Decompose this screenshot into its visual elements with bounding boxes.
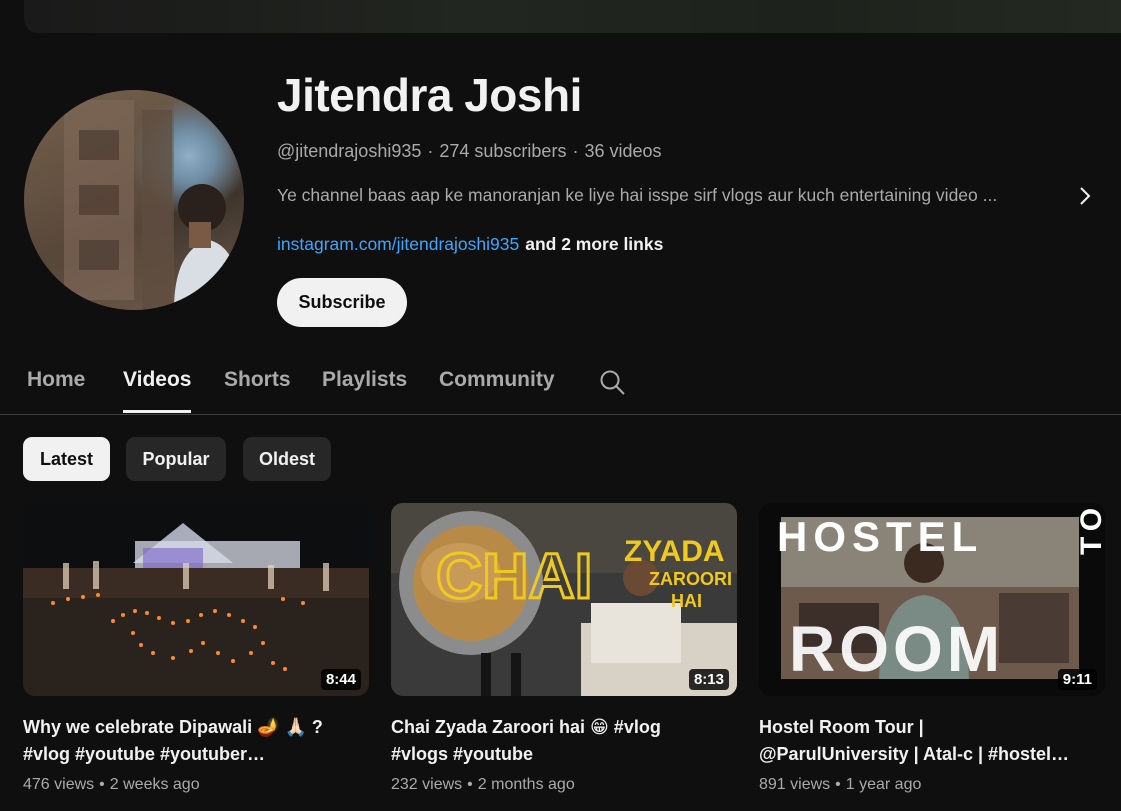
subscribe-button[interactable]: Subscribe bbox=[277, 278, 407, 327]
channel-banner bbox=[24, 0, 1121, 33]
video-stats: 891 views • 1 year ago bbox=[759, 776, 1105, 794]
video-card[interactable]: 8:44 Why we celebrate Dipawali 🪔 🙏🏻 ? #v… bbox=[23, 503, 369, 794]
video-stats: 476 views • 2 weeks ago bbox=[23, 776, 369, 794]
chevron-right-icon[interactable] bbox=[1072, 183, 1098, 209]
video-title[interactable]: Why we celebrate Dipawali 🪔 🙏🏻 ? #vlog #… bbox=[23, 714, 353, 768]
thumbnail-room-text: ROOM bbox=[789, 613, 1004, 685]
separator: • bbox=[467, 776, 473, 793]
channel-tabs: Home Videos Shorts Playlists Community bbox=[0, 350, 1121, 415]
view-count: 891 views bbox=[759, 776, 831, 793]
channel-handle: @jitendrajoshi935 bbox=[277, 141, 422, 161]
more-links-button[interactable]: and 2 more links bbox=[525, 234, 663, 254]
video-title[interactable]: Hostel Room Tour | @ParulUniversity | At… bbox=[759, 714, 1089, 768]
upload-age: 1 year ago bbox=[845, 776, 922, 793]
thumbnail-hostel-text: HOSTEL bbox=[777, 513, 983, 560]
upload-age: 2 months ago bbox=[477, 776, 575, 793]
separator: · bbox=[572, 141, 579, 161]
video-thumbnail[interactable]: 8:44 bbox=[23, 503, 369, 696]
instagram-link[interactable]: instagram.com/jitendrajoshi935 bbox=[277, 234, 519, 254]
separator: · bbox=[427, 141, 434, 161]
video-title-line: #vlog #youtube #youtuber… bbox=[23, 744, 266, 764]
channel-description[interactable]: Ye channel baas aap ke manoranjan ke liy… bbox=[277, 185, 1067, 206]
channel-name: Jitendra Joshi bbox=[277, 69, 582, 121]
search-icon[interactable] bbox=[598, 368, 626, 396]
channel-avatar[interactable] bbox=[24, 90, 244, 310]
video-title-line: Hostel Room Tour | bbox=[759, 717, 924, 737]
filter-oldest[interactable]: Oldest bbox=[243, 437, 331, 481]
video-title[interactable]: Chai Zyada Zaroori hai 😁 #vlog #vlogs #y… bbox=[391, 714, 721, 768]
video-title-line: Why we celebrate Dipawali 🪔 🙏🏻 ? bbox=[23, 717, 323, 737]
thumbnail-tour-text: TOUR bbox=[1075, 503, 1105, 555]
thumbnail-zaroori-text: ZAROORI bbox=[649, 569, 732, 589]
video-stats: 232 views • 2 months ago bbox=[391, 776, 737, 794]
video-thumbnail[interactable]: CHAI ZYADA ZAROORI HAI 8:13 bbox=[391, 503, 737, 696]
video-card[interactable]: HOSTEL ROOM TOUR 9:11 Hostel Room Tour |… bbox=[759, 503, 1105, 794]
video-card[interactable]: CHAI ZYADA ZAROORI HAI 8:13 Chai Zyada Z… bbox=[391, 503, 737, 794]
filter-latest[interactable]: Latest bbox=[23, 437, 110, 481]
channel-meta: @jitendrajoshi935 · 274 subscribers · 36 vid… bbox=[277, 141, 662, 162]
separator: • bbox=[99, 776, 105, 793]
tab-home[interactable]: Home bbox=[27, 368, 85, 392]
view-count: 476 views bbox=[23, 776, 95, 793]
filter-popular[interactable]: Popular bbox=[126, 437, 226, 481]
thumbnail-hai-text: HAI bbox=[671, 591, 702, 611]
video-title-line: Chai Zyada Zaroori hai 😁 #vlog bbox=[391, 717, 661, 737]
video-duration: 8:13 bbox=[688, 669, 729, 690]
video-duration: 9:11 bbox=[1057, 669, 1097, 690]
video-duration: 8:44 bbox=[320, 669, 361, 690]
channel-links: instagram.com/jitendrajoshi935 and 2 more… bbox=[277, 234, 663, 255]
separator: • bbox=[835, 776, 841, 793]
video-title-line: #vlogs #youtube bbox=[391, 744, 534, 764]
thumbnail-zyada-text: ZYADA bbox=[624, 535, 725, 568]
subscriber-count: 274 subscribers bbox=[439, 141, 567, 161]
video-count: 36 videos bbox=[584, 141, 662, 161]
upload-age: 2 weeks ago bbox=[109, 776, 200, 793]
thumbnail-chai-text: CHAI bbox=[436, 540, 592, 612]
video-title-line: @ParulUniversity | Atal-c | #hostel… bbox=[759, 744, 1070, 764]
tab-videos[interactable]: Videos bbox=[123, 368, 191, 392]
video-thumbnail[interactable]: HOSTEL ROOM TOUR 9:11 bbox=[759, 503, 1105, 696]
tab-community[interactable]: Community bbox=[439, 368, 555, 392]
tab-shorts[interactable]: Shorts bbox=[224, 368, 291, 392]
active-tab-indicator bbox=[123, 410, 191, 413]
view-count: 232 views bbox=[391, 776, 463, 793]
tab-playlists[interactable]: Playlists bbox=[322, 368, 407, 392]
